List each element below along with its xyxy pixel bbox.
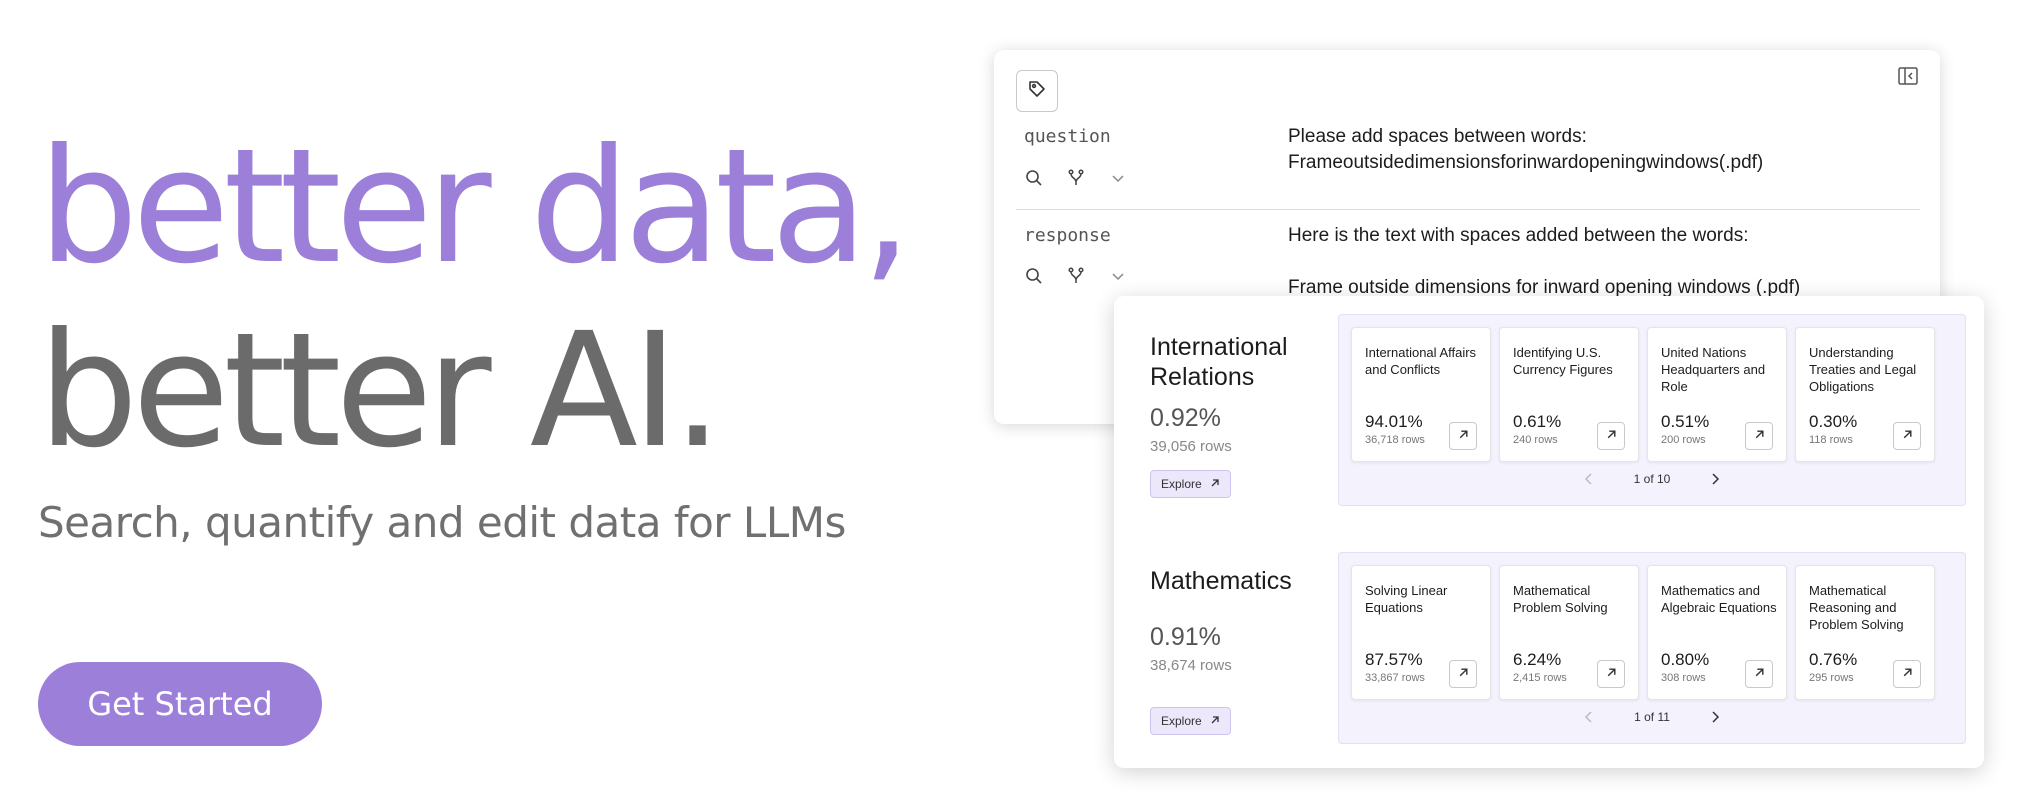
subtopic-card[interactable]: Mathematics and Algebraic Equations 0.80… xyxy=(1647,565,1787,700)
hero-headline-line-2: better AI. xyxy=(38,299,723,483)
section-title: Mathematics xyxy=(1150,567,1292,595)
pagination: 1 of 10 xyxy=(1339,472,1965,486)
sidebar-collapse-button[interactable] xyxy=(1896,66,1920,90)
open-subtopic-button[interactable] xyxy=(1597,660,1625,688)
subtopic-title: Identifying U.S. Currency Figures xyxy=(1513,345,1613,377)
subtopic-row-count: 295 rows xyxy=(1809,672,1854,684)
field-divider xyxy=(1016,209,1920,210)
subtopic-percentage: 0.76% xyxy=(1809,650,1858,669)
subtopic-row-count: 2,415 rows xyxy=(1513,672,1567,684)
open-subtopic-button[interactable] xyxy=(1449,660,1477,688)
open-subtopic-button[interactable] xyxy=(1449,422,1477,450)
get-started-button[interactable]: Get Started xyxy=(38,662,322,746)
fork-icon[interactable] xyxy=(1066,266,1086,286)
subtopic-card[interactable]: Understanding Treaties and Legal Obligat… xyxy=(1795,327,1935,462)
open-subtopic-button[interactable] xyxy=(1745,422,1773,450)
chevron-down-icon[interactable] xyxy=(1108,168,1128,188)
explore-label: Explore xyxy=(1161,714,1202,728)
arrow-up-right-icon xyxy=(1210,477,1220,491)
subtopic-card[interactable]: Solving Linear Equations 87.57% 33,867 r… xyxy=(1351,565,1491,700)
hero-subtitle: Search, quantify and edit data for LLMs xyxy=(38,498,846,547)
pagination: 1 of 11 xyxy=(1339,710,1965,724)
hero-headline-line-1: better data, xyxy=(38,115,912,299)
subtopic-panel: International Affairs and Conflicts 94.0… xyxy=(1338,314,1966,506)
arrow-up-right-icon xyxy=(1210,714,1220,728)
explore-button[interactable]: Explore xyxy=(1150,470,1231,498)
page-indicator: 1 of 11 xyxy=(1634,710,1670,724)
page-indicator: 1 of 10 xyxy=(1633,472,1671,486)
subtopic-row-count: 240 rows xyxy=(1513,434,1558,446)
field-actions-question xyxy=(1024,168,1128,188)
subtopic-percentage: 0.30% xyxy=(1809,412,1858,431)
open-subtopic-button[interactable] xyxy=(1893,422,1921,450)
fork-icon[interactable] xyxy=(1066,168,1086,188)
subtopic-title: Solving Linear Equations xyxy=(1365,583,1448,615)
arrow-up-right-icon xyxy=(1902,665,1913,683)
subtopic-percentage: 6.24% xyxy=(1513,650,1562,669)
chevron-right-icon[interactable] xyxy=(1708,472,1722,486)
subtopic-title: Mathematics and Algebraic Equations xyxy=(1661,583,1777,615)
field-value-line: Here is the text with spaces added betwe… xyxy=(1288,225,1749,246)
open-subtopic-button[interactable] xyxy=(1745,660,1773,688)
arrow-up-right-icon xyxy=(1606,665,1617,683)
subtopic-percentage: 87.57% xyxy=(1365,650,1423,669)
subtopic-card[interactable]: Identifying U.S. Currency Figures 0.61% … xyxy=(1499,327,1639,462)
subtopic-row-count: 36,718 rows xyxy=(1365,434,1425,446)
chevron-right-icon[interactable] xyxy=(1708,710,1722,724)
tag-icon xyxy=(1027,79,1047,104)
open-subtopic-button[interactable] xyxy=(1597,422,1625,450)
subtopic-row-count: 118 rows xyxy=(1809,434,1853,446)
subtopic-percentage: 0.51% xyxy=(1661,412,1710,431)
arrow-up-right-icon xyxy=(1754,665,1765,683)
subtopic-card[interactable]: Mathematical Reasoning and Problem Solvi… xyxy=(1795,565,1935,700)
arrow-up-right-icon xyxy=(1902,427,1913,445)
search-icon[interactable] xyxy=(1024,266,1044,286)
section-title: International Relations xyxy=(1150,333,1288,391)
section-row-count: 39,056 rows xyxy=(1150,438,1232,455)
subtopic-title: Mathematical Reasoning and Problem Solvi… xyxy=(1809,583,1904,632)
subtopic-row-count: 33,867 rows xyxy=(1365,672,1425,684)
field-value-response: Here is the text with spaces added betwe… xyxy=(1288,223,1918,301)
field-key-question: question xyxy=(1024,126,1111,147)
topic-clusters-card: International Relations 0.92% 39,056 row… xyxy=(1114,296,1984,768)
explore-button[interactable]: Explore xyxy=(1150,707,1231,735)
field-actions-response xyxy=(1024,266,1128,286)
subtopic-panel: Solving Linear Equations 87.57% 33,867 r… xyxy=(1338,552,1966,744)
tag-button[interactable] xyxy=(1016,70,1058,112)
open-subtopic-button[interactable] xyxy=(1893,660,1921,688)
subtopic-title: International Affairs and Conflicts xyxy=(1365,345,1477,377)
chevron-left-icon[interactable] xyxy=(1582,472,1596,486)
section-percentage: 0.91% xyxy=(1150,623,1221,651)
arrow-up-right-icon xyxy=(1606,427,1617,445)
section-row-count: 38,674 rows xyxy=(1150,657,1232,674)
arrow-up-right-icon xyxy=(1458,427,1469,445)
subtopic-percentage: 0.61% xyxy=(1513,412,1562,431)
arrow-up-right-icon xyxy=(1754,427,1765,445)
sidebar-collapse-icon xyxy=(1898,66,1918,90)
field-value-line xyxy=(1288,249,1918,275)
arrow-up-right-icon xyxy=(1458,665,1469,683)
subtopic-percentage: 0.80% xyxy=(1661,650,1710,669)
subtopic-card[interactable]: International Affairs and Conflicts 94.0… xyxy=(1351,327,1491,462)
field-value-line: Please add spaces between words: xyxy=(1288,126,1587,147)
chevron-left-icon[interactable] xyxy=(1582,710,1596,724)
subtopic-row-count: 308 rows xyxy=(1661,672,1706,684)
subtopic-title: United Nations Headquarters and Role xyxy=(1661,345,1766,394)
subtopic-card[interactable]: Mathematical Problem Solving 6.24% 2,415… xyxy=(1499,565,1639,700)
field-value-line: Frameoutsidedimensionsforinwardopeningwi… xyxy=(1288,152,1764,173)
chevron-down-icon[interactable] xyxy=(1108,266,1128,286)
subtopic-card[interactable]: United Nations Headquarters and Role 0.5… xyxy=(1647,327,1787,462)
subtopic-row-count: 200 rows xyxy=(1661,434,1706,446)
subtopic-title: Mathematical Problem Solving xyxy=(1513,583,1608,615)
search-icon[interactable] xyxy=(1024,168,1044,188)
explore-label: Explore xyxy=(1161,477,1202,491)
section-percentage: 0.92% xyxy=(1150,404,1221,432)
subtopic-percentage: 94.01% xyxy=(1365,412,1423,431)
subtopic-title: Understanding Treaties and Legal Obligat… xyxy=(1809,345,1917,394)
field-value-question: Please add spaces between words: Frameou… xyxy=(1288,124,1918,176)
field-key-response: response xyxy=(1024,225,1111,246)
